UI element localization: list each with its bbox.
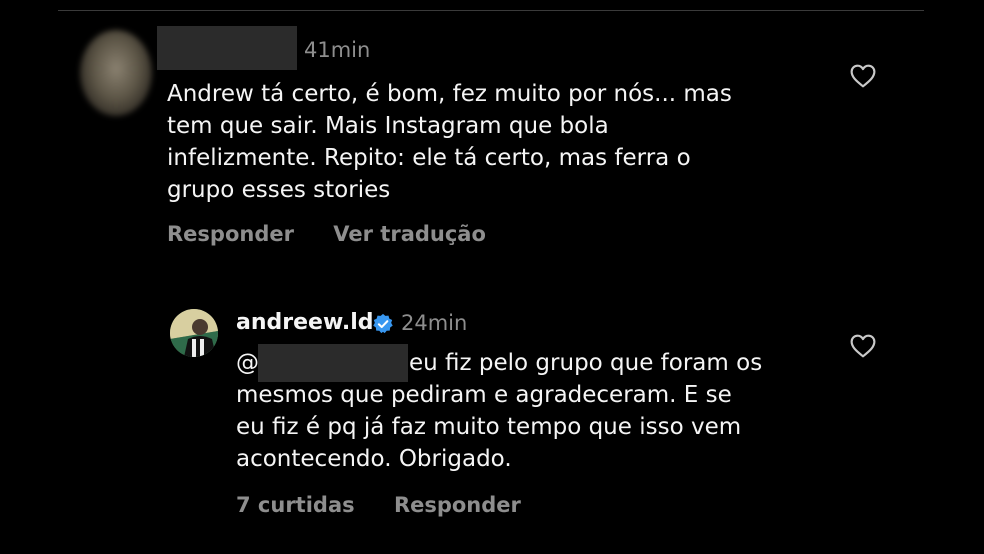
mention-prefix: @: [236, 350, 259, 376]
comment-actions: 7 curtidas Responder: [236, 493, 553, 517]
comment-time: 24min: [401, 311, 468, 335]
username-redacted: [157, 26, 297, 70]
comment-text-first-line: eu fiz pelo grupo que foram os: [409, 350, 763, 376]
translate-button[interactable]: Ver tradução: [333, 222, 486, 246]
heart-icon[interactable]: [850, 334, 876, 358]
comment-text: mesmos que pediram e agradeceram. E se e…: [236, 382, 742, 472]
username[interactable]: andreew.ld: [236, 310, 374, 335]
comment-actions: Responder Ver tradução: [167, 222, 518, 246]
mention-redacted[interactable]: [258, 344, 408, 382]
reply-button[interactable]: Responder: [394, 493, 521, 517]
comment-text: Andrew tá certo, é bom, fez muito por nó…: [167, 81, 732, 203]
avatar-blurred[interactable]: [80, 30, 152, 116]
reply-button[interactable]: Responder: [167, 222, 294, 246]
avatar[interactable]: [170, 309, 218, 357]
top-divider: [58, 10, 924, 11]
heart-icon[interactable]: [850, 64, 876, 88]
likes-count[interactable]: 7 curtidas: [236, 493, 355, 517]
verified-badge-icon: [372, 313, 394, 335]
comment-time: 41min: [304, 38, 371, 62]
